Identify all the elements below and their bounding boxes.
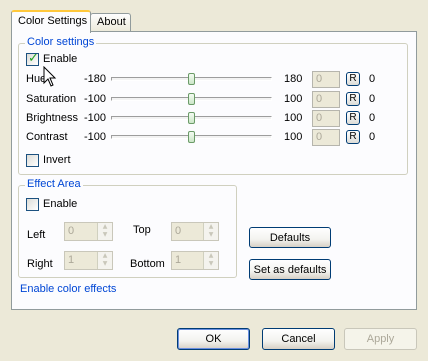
slider-min-label: -100 [84, 93, 107, 105]
slider-value-field[interactable]: 0 [312, 110, 340, 127]
tab-color-settings[interactable]: Color Settings [11, 10, 91, 33]
slider-value-field[interactable]: 0 [312, 129, 340, 146]
spin-up-icon[interactable]: ▲ [98, 252, 112, 260]
slider-max-label: 100 [284, 131, 303, 143]
left-spinner[interactable]: 0 ▲ ▼ [64, 222, 113, 241]
spin-down-icon[interactable]: ▼ [204, 260, 218, 268]
slider-min-label: -100 [84, 112, 107, 124]
slider-thumb[interactable] [187, 131, 195, 143]
mouse-cursor-icon [43, 66, 57, 87]
tab-panel: Color settings ✓ Enable Invert Effect Ar… [11, 31, 417, 310]
top-spinner[interactable]: 0 ▲ ▼ [171, 222, 219, 241]
slider-thumb[interactable] [187, 93, 195, 105]
invert-checkbox[interactable] [26, 154, 39, 167]
left-value: 0 [68, 225, 75, 237]
left-label: Left [27, 229, 46, 241]
status-text: Enable color effects [20, 283, 117, 295]
right-label: Right [27, 258, 53, 270]
slider-readout: 0 [369, 93, 376, 105]
reset-button[interactable]: R [346, 130, 360, 144]
invert-label: Invert [43, 154, 71, 166]
slider-max-label: 100 [284, 93, 303, 105]
slider-label: Contrast [26, 131, 68, 143]
bottom-value: 1 [175, 254, 182, 266]
slider-max-label: 100 [284, 112, 303, 124]
slider-value-field[interactable]: 0 [312, 71, 340, 88]
spin-up-icon[interactable]: ▲ [98, 223, 112, 231]
slider-readout: 0 [369, 112, 376, 124]
color-settings-group-title: Color settings [25, 36, 97, 48]
apply-button: Apply [344, 328, 417, 350]
tab-about[interactable]: About [90, 13, 131, 32]
right-value: 1 [68, 254, 75, 266]
slider-min-label: -100 [84, 131, 107, 143]
defaults-button[interactable]: Defaults [249, 227, 331, 248]
enable-color-label: Enable [43, 53, 78, 65]
reset-button[interactable]: R [346, 92, 360, 106]
spin-up-icon[interactable]: ▲ [204, 252, 218, 260]
effect-area-enable-label: Enable [43, 198, 78, 210]
slider-readout: 0 [369, 73, 376, 85]
effect-area-enable-checkbox[interactable] [26, 198, 39, 211]
slider-min-label: -180 [84, 73, 107, 85]
spin-down-icon[interactable]: ▼ [204, 231, 218, 239]
enable-color-checkbox[interactable]: ✓ [26, 51, 39, 66]
spin-down-icon[interactable]: ▼ [98, 260, 112, 268]
slider-value-field[interactable]: 0 [312, 91, 340, 108]
slider-label: Brightness [26, 112, 78, 124]
ok-button[interactable]: OK [177, 328, 250, 350]
slider-readout: 0 [369, 131, 376, 143]
bottom-label: Bottom [130, 258, 165, 270]
slider-max-label: 180 [284, 73, 303, 85]
reset-button[interactable]: R [346, 111, 360, 125]
right-spinner[interactable]: 1 ▲ ▼ [64, 251, 113, 270]
top-value: 0 [175, 225, 182, 237]
spin-up-icon[interactable]: ▲ [204, 223, 218, 231]
bottom-spinner[interactable]: 1 ▲ ▼ [171, 251, 219, 270]
slider-thumb[interactable] [187, 73, 195, 85]
set-as-defaults-button[interactable]: Set as defaults [249, 259, 331, 280]
slider-label: Saturation [26, 93, 77, 105]
check-icon: ✓ [28, 51, 39, 66]
slider-thumb[interactable] [187, 112, 195, 124]
reset-button[interactable]: R [346, 72, 360, 86]
top-label: Top [133, 224, 151, 236]
spin-down-icon[interactable]: ▼ [98, 231, 112, 239]
effect-area-group-title: Effect Area [25, 178, 83, 190]
cancel-button[interactable]: Cancel [262, 328, 335, 350]
